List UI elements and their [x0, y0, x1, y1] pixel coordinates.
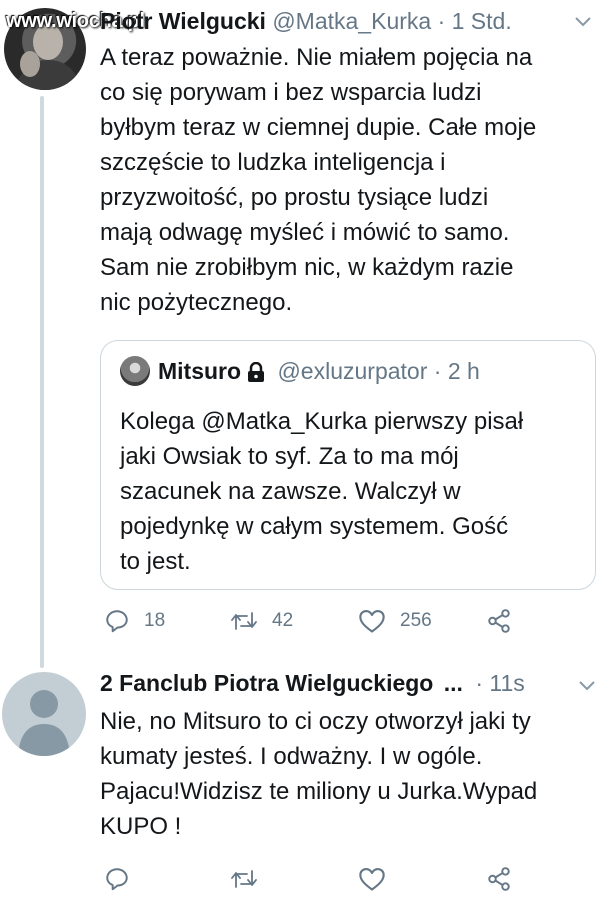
- quoted-tweet-text: Kolega @Matka_Kurka pierwszy pisał jaki …: [120, 404, 580, 579]
- quoted-author-handle: @exluzurpator: [277, 358, 428, 384]
- quoted-line: Kolega @Matka_Kurka pierwszy pisał: [120, 408, 524, 435]
- tweet-time[interactable]: · 11s: [475, 670, 524, 696]
- heart-icon: [359, 610, 385, 633]
- tweet-line: kumaty jesteś. I odważny. I w ogóle.: [100, 743, 483, 770]
- author-name[interactable]: Piotr Wielgucki: [100, 8, 266, 34]
- reply-icon: [106, 610, 128, 633]
- tweet-line: KUPO !: [100, 813, 182, 840]
- tweet-line: Sam nie zrobiłbym nic, w każdym razie: [100, 254, 514, 281]
- tweet-text: A teraz poważnie. Nie miałem pojęcia na …: [100, 40, 596, 320]
- quoted-tweet-header: Mitsuro @exluzurpator · 2 h: [158, 358, 480, 388]
- reply-button[interactable]: 18: [104, 608, 165, 634]
- tweet-line: przyzwoitość, po prostu tysiące ludzi: [100, 184, 489, 211]
- quoted-tweet-time: · 2 h: [433, 358, 480, 384]
- quoted-author-name: Mitsuro: [158, 358, 242, 384]
- tweet-time[interactable]: · 1 Std.: [438, 8, 512, 34]
- thread-line: [40, 96, 44, 668]
- tweet-line: A teraz poważnie. Nie miałem pojęcia na: [100, 44, 533, 71]
- reply-button[interactable]: [104, 866, 130, 892]
- tweet-line: Pajacu!Widzisz te miliony u Jurka.Wypad: [100, 778, 538, 805]
- tweet-line: szczęście to ludzka inteligencja i: [100, 149, 446, 176]
- author-name[interactable]: 2 Fanclub Piotra Wielguckiego: [100, 670, 433, 696]
- share-button[interactable]: [486, 866, 512, 892]
- tweet-line: Nie, no Mitsuro to ci oczy otworzył jaki…: [100, 708, 531, 735]
- default-avatar-icon: [18, 690, 70, 756]
- quoted-avatar: [120, 356, 150, 386]
- tweet-line: nic pożytecznego.: [100, 289, 293, 316]
- tweet-text: Nie, no Mitsuro to ci oczy otworzył jaki…: [100, 704, 596, 844]
- retweet-button[interactable]: [230, 866, 258, 892]
- reply-icon: [106, 868, 128, 891]
- avatar-default[interactable]: [2, 672, 86, 756]
- like-button[interactable]: [358, 866, 386, 892]
- quoted-line: szacunek na zawsze. Walczył w: [120, 478, 461, 505]
- retweet-count: 42: [272, 610, 294, 631]
- like-count: 256: [400, 610, 432, 631]
- quoted-line: pojedynkę w całym systemem. Gość: [120, 513, 509, 540]
- author-handle[interactable]: @Matka_Kurka: [272, 8, 431, 34]
- tweet-line: mają odwagę myśleć i mówić to samo.: [100, 219, 510, 246]
- quoted-line: to jest.: [120, 548, 191, 575]
- share-icon: [488, 867, 510, 891]
- retweet-button[interactable]: 42: [230, 608, 293, 634]
- like-button[interactable]: 256: [358, 608, 432, 634]
- heart-icon: [359, 868, 385, 891]
- reply-count: 18: [144, 610, 166, 631]
- tweet-line: byłbym teraz w ciemnej dupie. Całe moje: [100, 114, 537, 141]
- share-button[interactable]: [486, 608, 512, 634]
- chevron-down-icon[interactable]: [578, 676, 596, 697]
- chevron-down-icon[interactable]: [574, 12, 592, 33]
- tweet-header: Piotr Wielgucki @Matka_Kurka · 1 Std.: [100, 8, 512, 35]
- retweet-icon: [231, 870, 257, 888]
- quoted-line: jaki Owsiak to syf. Za to ma mój: [120, 443, 459, 470]
- lock-icon: [247, 361, 265, 388]
- name-ellipsis: ...: [443, 670, 463, 696]
- share-icon: [488, 609, 510, 633]
- tweet-header: 2 Fanclub Piotra Wielguckiego ... · 11s: [100, 670, 525, 697]
- tweet-line: co się porywam i bez wsparcia ludzi: [100, 79, 482, 106]
- retweet-icon: [231, 612, 257, 630]
